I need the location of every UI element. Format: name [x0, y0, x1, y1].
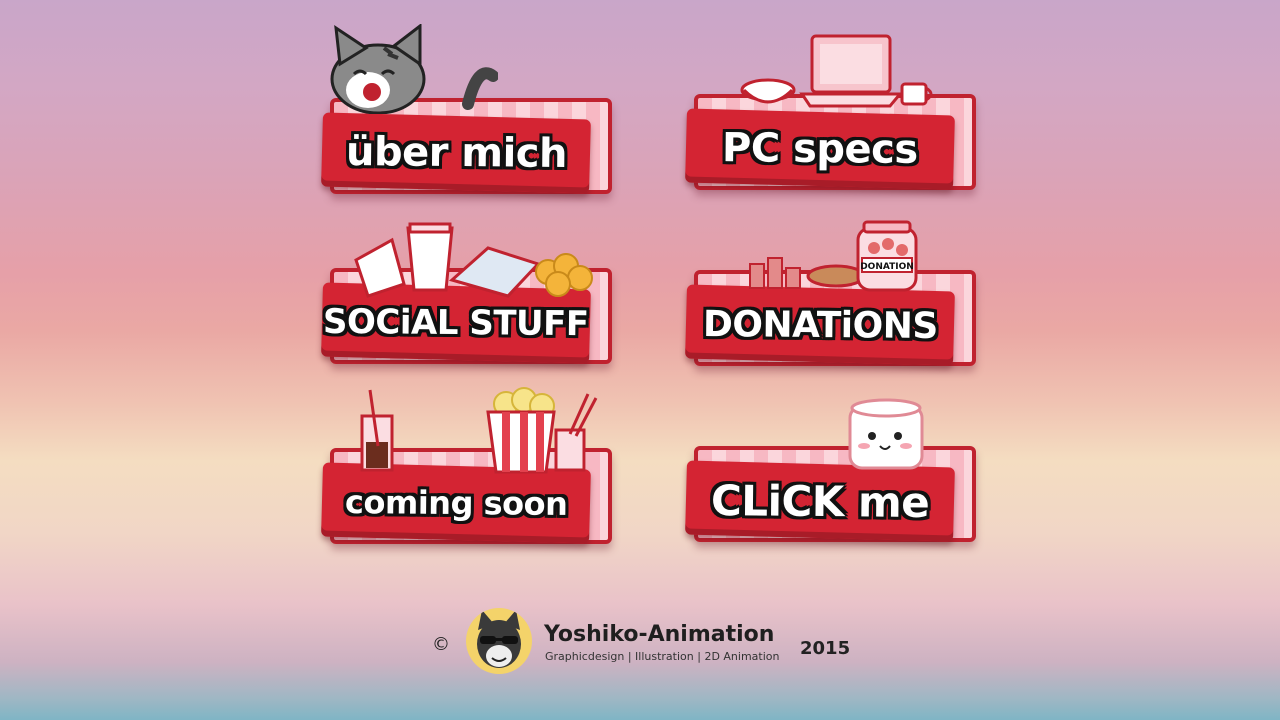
- snacks-icon: [354, 222, 593, 298]
- button-label: CLiCK me: [710, 475, 930, 527]
- popcorn-icon: [360, 387, 598, 474]
- button-label: coming soon: [344, 483, 568, 523]
- button-face: über mich: [321, 112, 591, 194]
- button-face: CLiCK me: [685, 460, 955, 542]
- marshmallow-icon: [848, 398, 924, 470]
- brand-tagline: Graphicdesign | Illustration | 2D Animat…: [545, 650, 780, 663]
- wolf-logo-icon: [466, 608, 532, 674]
- copyright-year: 2015: [800, 638, 851, 659]
- donation-jar-icon: DONATION: [749, 220, 918, 292]
- laptop-icon: [740, 34, 933, 108]
- button-label: DONATiONS: [702, 303, 938, 347]
- button-face: PC specs: [685, 108, 955, 190]
- copyright-symbol: ©: [432, 634, 450, 655]
- button-label: über mich: [345, 129, 567, 177]
- brand-name: Yoshiko-Animation: [544, 622, 775, 647]
- cat-icon: [330, 24, 498, 114]
- click-me-button[interactable]: CLiCK me: [685, 446, 976, 546]
- button-label: PC specs: [721, 125, 919, 173]
- button-label: SOCiAL STUFF: [323, 301, 589, 345]
- jar-label: DONATION: [860, 262, 914, 272]
